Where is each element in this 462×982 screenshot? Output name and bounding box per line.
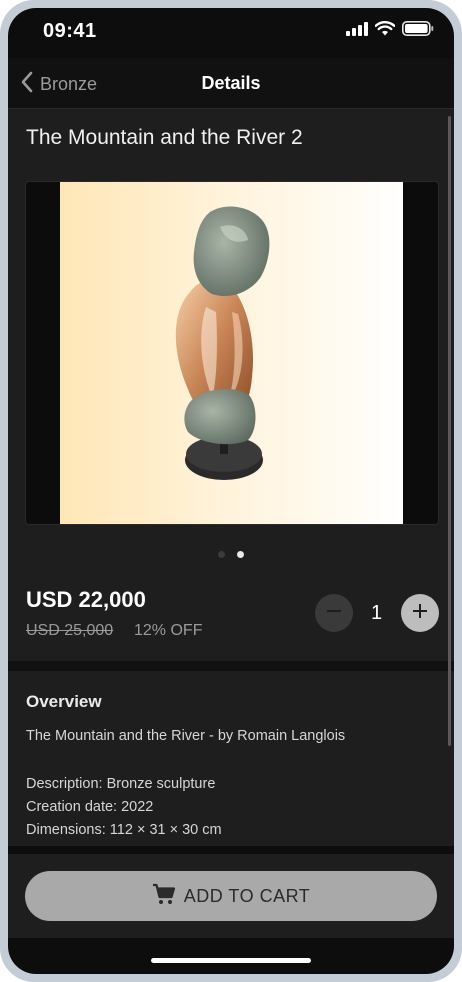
product-title: The Mountain and the River 2 bbox=[26, 126, 303, 149]
overview-dimensions: Dimensions: 112 × 31 × 30 cm bbox=[26, 822, 222, 838]
product-image-carousel[interactable] bbox=[25, 181, 439, 525]
status-time: 09:41 bbox=[43, 20, 97, 42]
wifi-icon bbox=[374, 21, 396, 41]
navigation-bar: Bronze Details bbox=[8, 58, 454, 109]
home-indicator[interactable] bbox=[151, 958, 311, 963]
shopping-cart-icon bbox=[152, 883, 176, 910]
add-to-cart-label: ADD TO CART bbox=[183, 885, 311, 906]
minus-icon bbox=[326, 603, 342, 624]
battery-icon bbox=[402, 21, 434, 41]
original-price: USD 25,000 bbox=[26, 622, 114, 639]
page-title: Details bbox=[201, 73, 261, 93]
quantity-stepper: 1 bbox=[315, 594, 439, 634]
increase-quantity-button[interactable] bbox=[401, 594, 439, 632]
discount-label: 12% OFF bbox=[134, 622, 203, 639]
overview-subtitle: The Mountain and the River - by Romain L… bbox=[26, 728, 346, 744]
section-divider bbox=[8, 661, 454, 671]
device-frame: 09:41 Bronze Details The Mountain and th… bbox=[0, 0, 462, 982]
carousel-pagination[interactable] bbox=[8, 551, 454, 558]
product-details[interactable]: The Mountain and the River 2 USD 22,000 … bbox=[8, 109, 454, 862]
overview-details: Description: Bronze sculpture Creation d… bbox=[26, 773, 222, 842]
overview-heading: Overview bbox=[26, 692, 102, 711]
decrease-quantity-button[interactable] bbox=[315, 594, 353, 632]
status-icons bbox=[346, 21, 434, 41]
carousel-dot-1[interactable] bbox=[218, 551, 225, 558]
screen: 09:41 Bronze Details The Mountain and th… bbox=[8, 8, 454, 974]
cellular-signal-icon bbox=[346, 21, 368, 41]
scrollbar[interactable] bbox=[448, 116, 451, 746]
carousel-dot-2[interactable] bbox=[237, 551, 244, 558]
footer: ADD TO CART bbox=[8, 854, 454, 938]
plus-icon bbox=[412, 603, 428, 624]
status-bar: 09:41 bbox=[8, 8, 454, 58]
current-price: USD 22,000 bbox=[26, 587, 146, 612]
overview-description: Description: Bronze sculpture bbox=[26, 776, 216, 792]
add-to-cart-button[interactable]: ADD TO CART bbox=[25, 871, 437, 921]
product-image bbox=[60, 182, 403, 524]
quantity-value: 1 bbox=[371, 602, 383, 624]
overview-creation-date: Creation date: 2022 bbox=[26, 799, 154, 815]
